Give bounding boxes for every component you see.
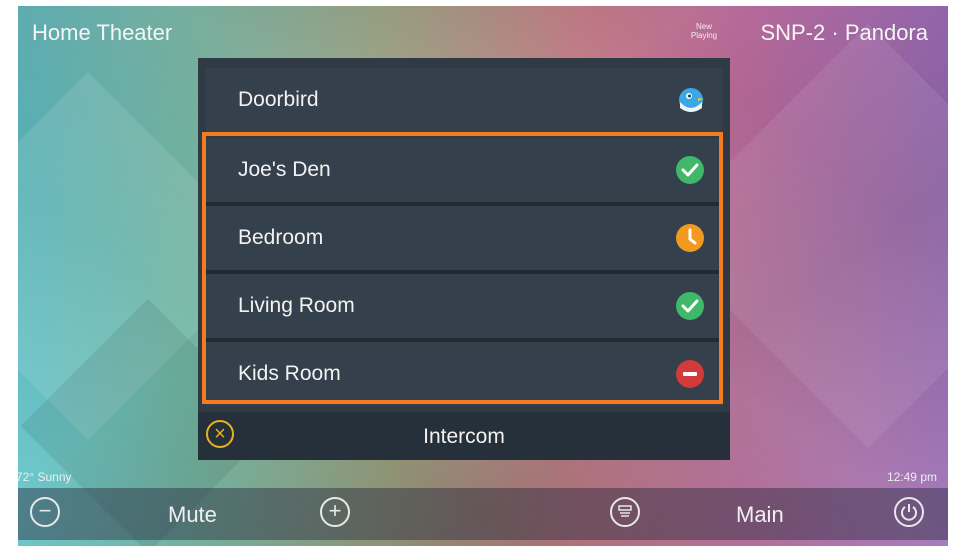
now-playing-badge[interactable]: New Playing	[690, 22, 718, 40]
clock-time: 12:49 pm	[886, 470, 937, 484]
source-icon[interactable]	[610, 497, 640, 527]
list-item-label: Doorbird	[238, 88, 319, 111]
volume-up-icon[interactable]: +	[320, 497, 350, 527]
bottom-bar: − Mute + Main	[18, 488, 948, 540]
intercom-footer: × Intercom	[198, 412, 730, 460]
room-title[interactable]: Home Theater	[32, 20, 172, 46]
selection-highlight	[202, 132, 723, 404]
doorbird-bird-icon	[676, 86, 704, 114]
top-bar: Home Theater New Playing SNP-2 · Pandora	[18, 6, 948, 56]
power-icon[interactable]	[894, 497, 924, 527]
now-playing-source[interactable]: SNP-2 · Pandora	[760, 20, 928, 46]
main-zone-button[interactable]: Main	[736, 502, 784, 528]
intercom-label: Intercom	[423, 425, 505, 448]
volume-down-icon[interactable]: −	[30, 497, 60, 527]
list-item-doorbird[interactable]: Doorbird	[206, 68, 722, 132]
weather-status: 72° Sunny	[16, 470, 72, 484]
mute-button[interactable]: Mute	[168, 502, 217, 528]
